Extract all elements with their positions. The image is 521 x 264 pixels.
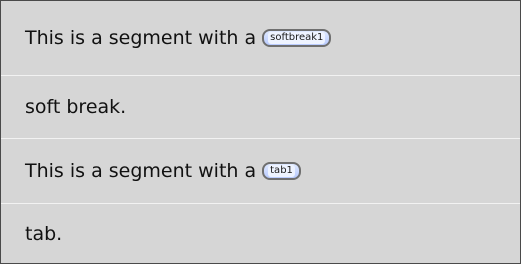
inline-tag-tab[interactable]: tab1: [262, 162, 301, 180]
segment-row-2[interactable]: soft break.: [1, 76, 520, 138]
tag-label: tab1: [268, 165, 295, 177]
segment-text: This is a segment with a: [25, 160, 257, 182]
segment-text: This is a segment with a: [25, 27, 257, 49]
tag-label: softbreak1: [268, 32, 326, 44]
segment-text: tab.: [25, 222, 63, 245]
segment-row-3[interactable]: This is a segment with a tab1: [1, 139, 520, 203]
segment-list: This is a segment with a softbreak1 soft…: [0, 0, 521, 264]
segment-row-4[interactable]: tab.: [1, 204, 520, 263]
segment-text: soft break.: [25, 96, 127, 118]
inline-tag-softbreak[interactable]: softbreak1: [262, 29, 332, 47]
segment-row-1[interactable]: This is a segment with a softbreak1: [1, 1, 520, 75]
